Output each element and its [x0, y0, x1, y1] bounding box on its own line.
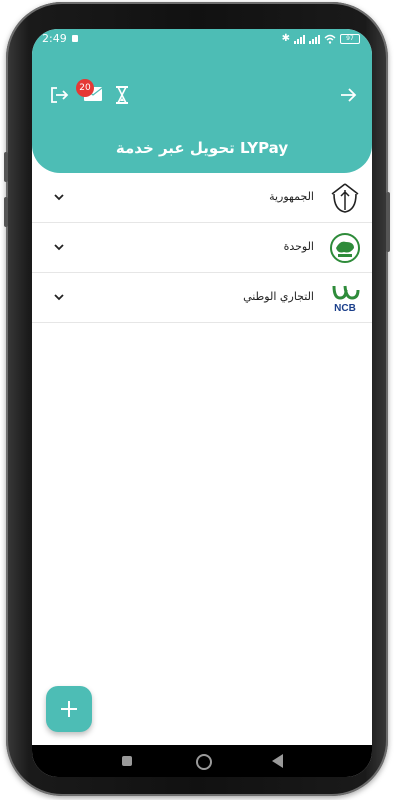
- bank-item[interactable]: الوحدة: [32, 223, 372, 273]
- app-screen: 2:49 ✱ 97 20 تحويل عبر خدمة LYPay الجمهو…: [32, 29, 372, 777]
- notification-badge: 20: [76, 79, 94, 97]
- add-button[interactable]: [46, 686, 92, 732]
- app-header: 20 تحويل عبر خدمة LYPay: [32, 49, 372, 173]
- phone-power-button: [386, 192, 390, 252]
- page-title: تحويل عبر خدمة LYPay: [115, 139, 289, 157]
- hourglass-icon[interactable]: [115, 86, 129, 104]
- status-time: 2:49: [42, 32, 67, 45]
- signal-icon: [309, 34, 320, 44]
- plus-icon: [61, 701, 77, 717]
- recent-apps-button[interactable]: [122, 756, 132, 766]
- arrow-right-icon[interactable]: [338, 85, 358, 105]
- battery-icon: 97: [340, 33, 360, 44]
- sd-card-icon: [72, 35, 78, 42]
- banks-list: الجمهورية الوحدة التجاري الوطني NCB: [32, 173, 372, 323]
- chevron-down-icon[interactable]: [52, 290, 66, 304]
- phone-side-button: [4, 152, 8, 182]
- system-nav-bar: [32, 745, 372, 777]
- wahda-logo: [330, 233, 360, 263]
- ncb-logo: NCB: [332, 285, 360, 314]
- jumhouria-logo: [331, 183, 359, 213]
- bluetooth-icon: ✱: [281, 33, 290, 44]
- back-button[interactable]: [272, 754, 283, 768]
- bank-name: التجاري الوطني: [243, 290, 314, 303]
- chevron-down-icon[interactable]: [52, 240, 66, 254]
- phone-frame: 2:49 ✱ 97 20 تحويل عبر خدمة LYPay الجمهو…: [4, 2, 390, 796]
- chevron-down-icon[interactable]: [52, 190, 66, 204]
- status-bar: 2:49 ✱ 97: [32, 29, 372, 49]
- wifi-icon: [324, 34, 336, 44]
- bank-item[interactable]: الجمهورية: [32, 173, 372, 223]
- ncb-logo-text: NCB: [334, 303, 356, 314]
- home-button[interactable]: [196, 754, 212, 770]
- bank-name: الوحدة: [283, 240, 314, 253]
- signal-icon: [294, 34, 305, 44]
- phone-side-button: [4, 197, 8, 227]
- bank-name: الجمهورية: [269, 190, 314, 203]
- bank-item[interactable]: التجاري الوطني NCB: [32, 273, 372, 323]
- logout-icon[interactable]: [49, 85, 69, 105]
